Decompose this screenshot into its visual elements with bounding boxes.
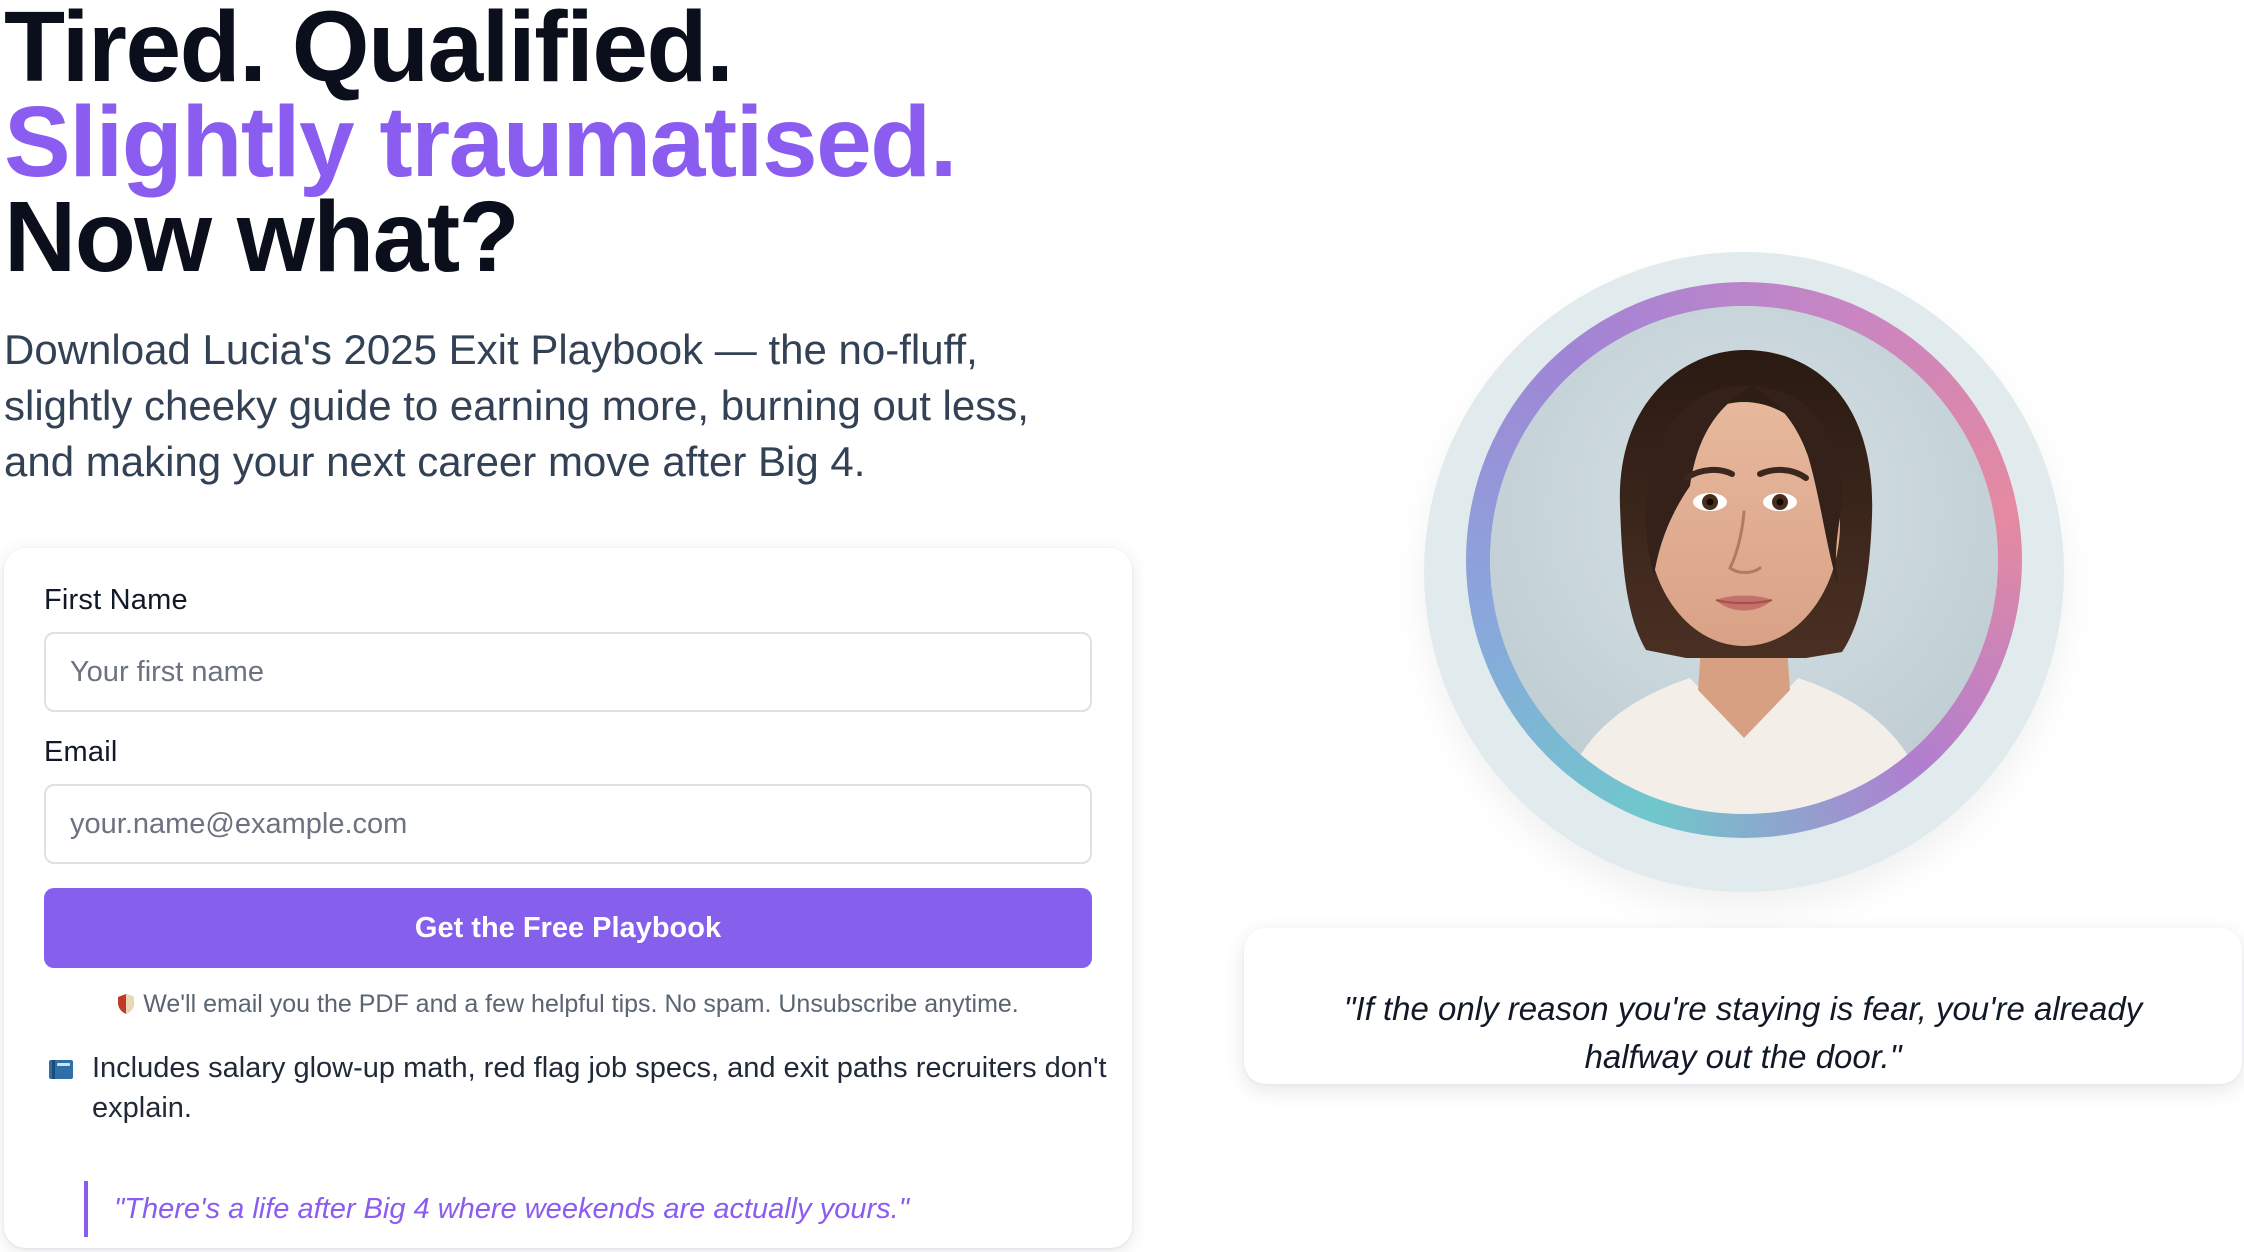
- portrait-photo-icon: [1490, 306, 1998, 814]
- form-quote: "There's a life after Big 4 where weeken…: [84, 1181, 909, 1237]
- signup-form-card: First Name Email Get the Free Playbook W…: [4, 548, 1132, 1248]
- email-label: Email: [44, 736, 118, 768]
- landing-page: Tired. Qualified. Slightly traumatised. …: [0, 0, 2244, 1252]
- first-name-label: First Name: [44, 584, 188, 616]
- book-icon: [49, 1060, 73, 1079]
- headline-line-3: Now what?: [4, 181, 520, 293]
- privacy-note: We'll email you the PDF and a few helpfu…: [44, 990, 1092, 1019]
- email-input[interactable]: [44, 784, 1092, 864]
- first-name-input[interactable]: [44, 632, 1092, 712]
- testimonial-quote: "If the only reason you're staying is fe…: [1343, 990, 2143, 1075]
- testimonial-card: "If the only reason you're staying is fe…: [1244, 928, 2242, 1084]
- shield-icon: [118, 994, 135, 1014]
- hero-subheadline: Download Lucia's 2025 Exit Playbook — th…: [4, 326, 1029, 485]
- headline-line-1: Tired. Qualified.: [4, 0, 734, 103]
- get-playbook-button[interactable]: Get the Free Playbook: [44, 888, 1092, 968]
- headline-line-2-accent: Slightly traumatised.: [4, 86, 958, 198]
- privacy-note-text: We'll email you the PDF and a few helpfu…: [143, 990, 1019, 1018]
- portrait-photo: [1490, 306, 1998, 814]
- includes-text: Includes salary glow-up math, red flag j…: [92, 1052, 1107, 1124]
- hero-headline: Tired. Qualified. Slightly traumatised. …: [4, 0, 958, 293]
